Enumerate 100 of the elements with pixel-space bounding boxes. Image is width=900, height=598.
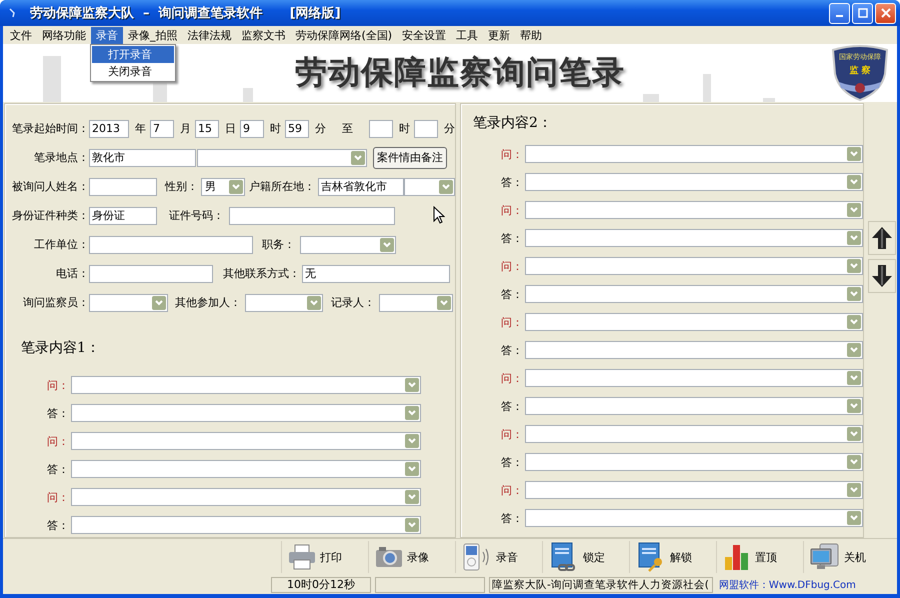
- menu-item[interactable]: 劳动保障网络(全国): [290, 26, 398, 44]
- dropdown-field[interactable]: [524, 341, 863, 359]
- menu-item[interactable]: 录音: [91, 26, 123, 44]
- text-field[interactable]: 吉林省敦化市: [318, 178, 404, 196]
- text-field[interactable]: [89, 178, 157, 196]
- dropdown-field[interactable]: [524, 509, 863, 527]
- scroll-up-button[interactable]: [868, 221, 896, 255]
- text-field[interactable]: 敦化市: [89, 148, 196, 166]
- menu-item[interactable]: 网络功能: [37, 26, 91, 44]
- text-field[interactable]: 7: [150, 120, 174, 138]
- dropdown-field[interactable]: 男: [201, 178, 245, 196]
- text-field[interactable]: [229, 206, 395, 224]
- minimize-button[interactable]: [829, 2, 850, 24]
- maximize-button[interactable]: [852, 2, 873, 24]
- toolbar-button[interactable]: 打印: [281, 541, 368, 573]
- bar-chart-icon: [723, 543, 751, 571]
- maximize-icon: [858, 8, 868, 18]
- dropdown-field[interactable]: [379, 294, 453, 312]
- menu-item[interactable]: 法律法规: [182, 26, 236, 44]
- dropdown-field[interactable]: [71, 432, 421, 450]
- answer-label: 答：: [500, 510, 523, 526]
- text-field[interactable]: 2013: [89, 120, 129, 138]
- emblem-text: 监 察: [849, 66, 871, 76]
- text-field[interactable]: [414, 120, 438, 138]
- toolbar-button[interactable]: 关机: [803, 541, 890, 573]
- decorative-bar: [43, 56, 61, 102]
- text-field[interactable]: [89, 264, 213, 282]
- dropdown-field[interactable]: [524, 257, 863, 275]
- menu-item[interactable]: 帮助: [515, 26, 548, 44]
- dropdown-field[interactable]: [524, 481, 863, 499]
- mouse-cursor-icon: [433, 206, 445, 224]
- computer-icon: [810, 543, 840, 571]
- question-label: 问：: [46, 434, 69, 448]
- arrow-up-icon: [871, 226, 893, 250]
- menu-item[interactable]: 打开录音: [92, 46, 174, 63]
- answer-label: 答：: [500, 174, 523, 190]
- text-field[interactable]: 身份证: [89, 206, 157, 224]
- field-label: 其他联系方式：: [223, 266, 300, 281]
- field-label: 证件号码：: [169, 208, 224, 223]
- answer-label: 答：: [500, 398, 523, 414]
- question-label: 问：: [500, 314, 523, 330]
- toolbar-button[interactable]: 置顶: [716, 541, 803, 573]
- dropdown-field[interactable]: [71, 376, 421, 394]
- dropdown-field[interactable]: [245, 294, 323, 312]
- text-field[interactable]: 15: [195, 120, 219, 138]
- dropdown-field[interactable]: [71, 516, 421, 534]
- case-note-button[interactable]: 案件情由备注: [373, 146, 447, 168]
- question-label: 问：: [500, 258, 523, 274]
- printer-icon: [288, 544, 316, 570]
- dropdown-field[interactable]: [197, 148, 367, 166]
- menu-item[interactable]: 文件: [5, 26, 37, 44]
- timer-text: 10时0分12秒: [271, 576, 371, 592]
- menu-item[interactable]: 安全设置: [397, 26, 452, 44]
- menu-item[interactable]: 关闭录音: [92, 63, 174, 80]
- dropdown-field[interactable]: [524, 201, 863, 219]
- field-label: 月: [180, 121, 191, 136]
- dropdown-field[interactable]: [524, 285, 863, 303]
- arrow-down-icon: [871, 264, 893, 288]
- question-label: 问：: [46, 378, 69, 392]
- scroll-down-button[interactable]: [868, 259, 896, 293]
- field-label: 性别：: [165, 179, 198, 194]
- toolbar-button[interactable]: 锁定: [542, 541, 629, 573]
- dropdown-field[interactable]: [524, 145, 863, 163]
- dropdown-field[interactable]: [71, 460, 421, 478]
- field-label: 笔录起始时间：: [11, 121, 89, 136]
- dropdown-field[interactable]: [524, 313, 863, 331]
- text-field[interactable]: [89, 236, 253, 254]
- field-label: 电话：: [55, 266, 89, 281]
- website-link[interactable]: 网盟软件：Www.DFbug.Com: [718, 578, 856, 592]
- dropdown-field[interactable]: [524, 425, 863, 443]
- menu-item[interactable]: 监察文书: [236, 26, 290, 44]
- toolbar-button[interactable]: 解锁: [629, 541, 716, 573]
- dropdown-field[interactable]: [524, 397, 863, 415]
- close-button[interactable]: [875, 2, 896, 24]
- question-label: 问：: [500, 426, 523, 442]
- dropdown-field[interactable]: [524, 453, 863, 471]
- answer-label: 答：: [500, 230, 523, 246]
- menu-item[interactable]: 工具: [451, 26, 484, 44]
- text-field[interactable]: 9: [240, 120, 264, 138]
- dropdown-field[interactable]: [524, 173, 863, 191]
- dropdown-field[interactable]: [524, 229, 863, 247]
- question-label: 问：: [500, 202, 523, 218]
- answer-label: 答：: [500, 286, 523, 302]
- dropdown-field[interactable]: [89, 294, 168, 312]
- menu-item[interactable]: 更新: [483, 26, 516, 44]
- menu-item[interactable]: 录像_拍照: [123, 26, 182, 44]
- toolbar-button[interactable]: 录像: [368, 541, 455, 573]
- toolbar-button[interactable]: 录音: [455, 541, 542, 573]
- text-field[interactable]: [369, 120, 393, 138]
- question-label: 问：: [500, 146, 523, 162]
- dropdown-field[interactable]: [300, 236, 396, 254]
- dropdown-field[interactable]: [71, 488, 421, 506]
- text-field[interactable]: 59: [285, 120, 309, 138]
- text-field[interactable]: 无: [302, 264, 450, 282]
- dropdown-field[interactable]: [524, 369, 863, 387]
- dropdown-field[interactable]: [404, 178, 455, 196]
- window-title: 劳动保障监察大队 – 询问调查笔录软件 [网络版]: [30, 4, 341, 22]
- field-label: 被询问人姓名：: [11, 179, 89, 194]
- field-label: 年: [135, 121, 146, 136]
- dropdown-field[interactable]: [71, 404, 421, 422]
